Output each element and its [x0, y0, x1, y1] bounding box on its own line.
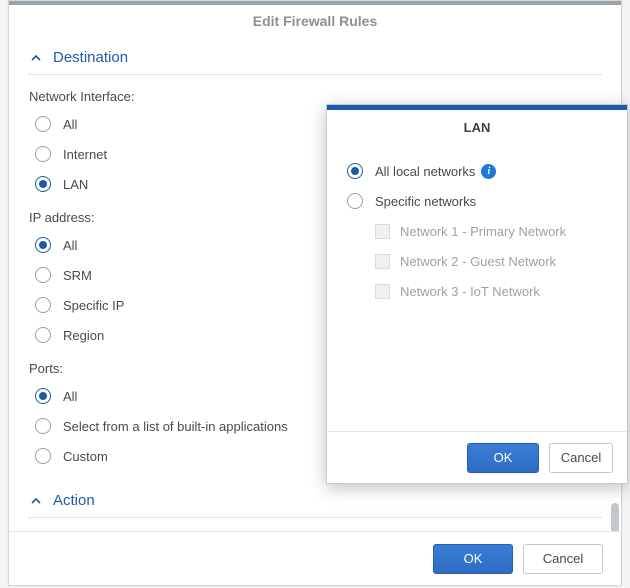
- lan-subdialog: LAN All local networks i Specific networ…: [326, 104, 628, 484]
- checkbox-label: Network 1 - Primary Network: [400, 224, 566, 239]
- checkbox-icon: [375, 284, 390, 299]
- modal-footer: OK Cancel: [9, 531, 621, 585]
- radio-label: Region: [63, 328, 104, 343]
- radio-icon: [35, 267, 51, 283]
- radio-icon: [35, 388, 51, 404]
- radio-label: LAN: [63, 177, 88, 192]
- radio-label: All: [63, 238, 77, 253]
- group-label-network-interface: Network Interface:: [29, 89, 601, 104]
- radio-icon: [35, 176, 51, 192]
- radio-icon: [35, 327, 51, 343]
- subdialog-title: LAN: [327, 110, 627, 149]
- radio-all-local-networks[interactable]: All local networks i: [347, 159, 609, 183]
- ok-button[interactable]: OK: [433, 544, 513, 574]
- checkbox-label: Network 3 - IoT Network: [400, 284, 540, 299]
- radio-icon: [35, 297, 51, 313]
- radio-specific-networks[interactable]: Specific networks: [347, 189, 609, 213]
- section-title: Action: [53, 492, 95, 509]
- chevron-up-icon: [29, 51, 43, 65]
- section-header-destination[interactable]: Destination: [29, 43, 601, 75]
- radio-icon: [347, 163, 363, 179]
- radio-label: Custom: [63, 449, 108, 464]
- checkbox-network-1: Network 1 - Primary Network: [375, 219, 609, 243]
- subdialog-body: All local networks i Specific networks N…: [327, 149, 627, 431]
- scrollbar[interactable]: [611, 503, 619, 531]
- radio-label: SRM: [63, 268, 92, 283]
- section-title: Destination: [53, 49, 128, 66]
- radio-icon: [35, 237, 51, 253]
- info-icon[interactable]: i: [481, 164, 496, 179]
- radio-label: Specific IP: [63, 298, 124, 313]
- radio-label: All: [63, 389, 77, 404]
- cancel-button[interactable]: Cancel: [523, 544, 603, 574]
- radio-label: Specific networks: [375, 194, 476, 209]
- radio-label: Select from a list of built-in applicati…: [63, 419, 288, 434]
- radio-icon: [347, 193, 363, 209]
- radio-icon: [35, 116, 51, 132]
- section-header-action[interactable]: Action: [29, 486, 601, 518]
- ok-button[interactable]: OK: [467, 443, 539, 473]
- radio-label: Internet: [63, 147, 107, 162]
- radio-icon: [35, 418, 51, 434]
- checkbox-network-3: Network 3 - IoT Network: [375, 279, 609, 303]
- checkbox-label: Network 2 - Guest Network: [400, 254, 556, 269]
- checkbox-icon: [375, 224, 390, 239]
- radio-icon: [35, 146, 51, 162]
- cancel-button[interactable]: Cancel: [549, 443, 613, 473]
- chevron-up-icon: [29, 494, 43, 508]
- radio-label: All local networks: [375, 164, 475, 179]
- radio-icon: [35, 448, 51, 464]
- checkbox-network-2: Network 2 - Guest Network: [375, 249, 609, 273]
- radio-label: All: [63, 117, 77, 132]
- subdialog-footer: OK Cancel: [327, 431, 627, 483]
- checkbox-icon: [375, 254, 390, 269]
- modal-title: Edit Firewall Rules: [9, 5, 621, 33]
